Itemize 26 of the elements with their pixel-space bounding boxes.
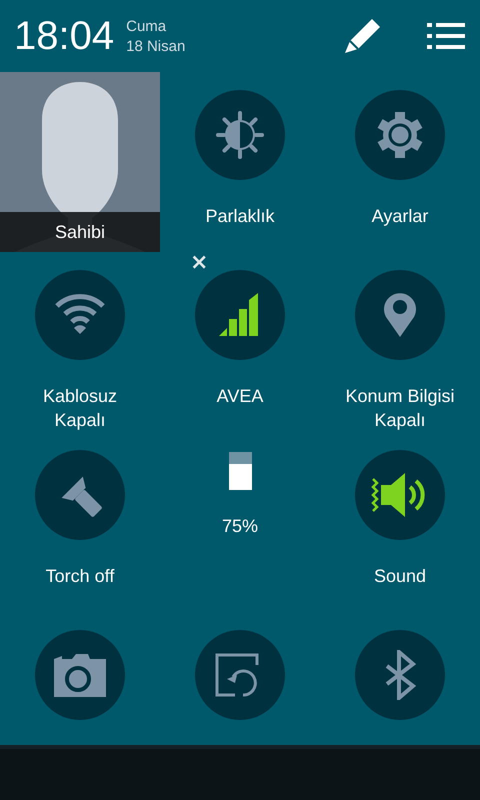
date-label: 18 Nisan (126, 37, 186, 57)
profile-card[interactable]: Sahibi (0, 72, 160, 252)
no-sim-mark: × (190, 252, 208, 274)
edit-button[interactable] (342, 16, 382, 56)
tile-label: Kapalı (373, 409, 427, 432)
clock-time: 18:04 (14, 14, 114, 58)
tile-label: Torch off (46, 565, 114, 588)
bluetooth-icon (383, 650, 417, 700)
wifi-icon (54, 294, 106, 336)
tile-label: Konum Bilgisi (345, 385, 455, 408)
tile-label: Sound (374, 565, 426, 588)
list-icon (427, 23, 465, 49)
camera-icon (52, 653, 108, 697)
battery-percent: 75% (222, 515, 258, 538)
pencil-icon (344, 19, 380, 53)
settings-icon (375, 110, 425, 160)
location-pin-icon (382, 291, 418, 339)
tile-label: Ayarlar (372, 205, 428, 228)
tile-label: AVEA (216, 385, 264, 408)
signal-bars-icon (219, 293, 261, 337)
battery-icon (228, 452, 252, 490)
tile-label: Parlaklık (205, 205, 275, 228)
day-label: Cuma (126, 17, 168, 37)
profile-name: Sahibi (0, 212, 160, 252)
tile-label: Kablosuz (42, 385, 118, 408)
tile-label: Kapalı (53, 409, 107, 432)
